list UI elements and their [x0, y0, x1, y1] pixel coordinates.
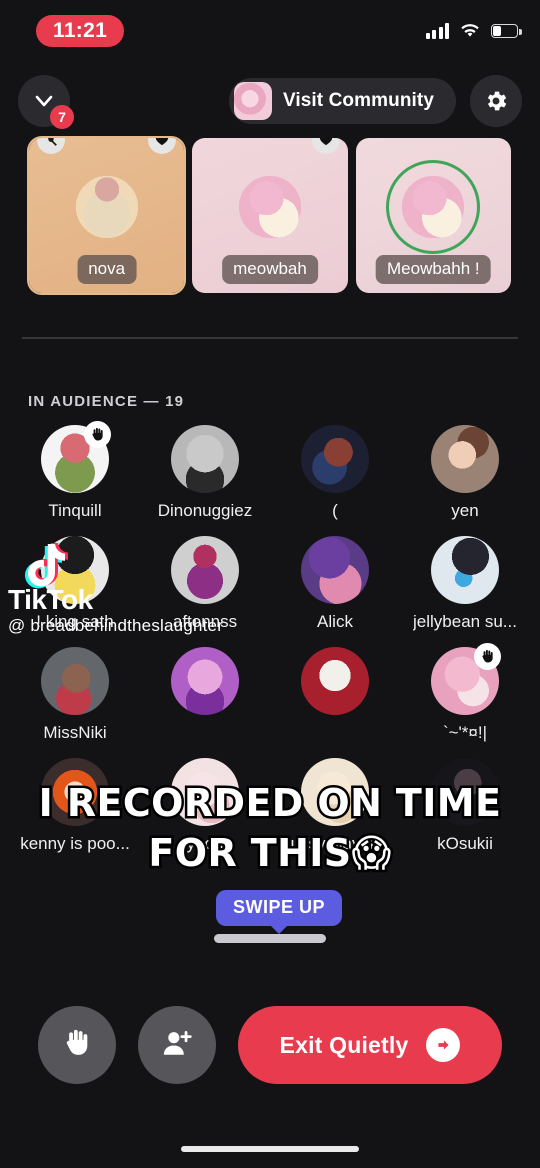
audience-member[interactable]: yoori — [140, 758, 270, 854]
wifi-icon — [460, 23, 480, 39]
muted-mic-icon — [37, 138, 65, 154]
audience-member[interactable]: Alick — [270, 536, 400, 632]
avatar — [301, 758, 369, 826]
audience-member-name: Alick — [317, 612, 353, 631]
battery-low-icon — [491, 24, 522, 38]
settings-button[interactable] — [470, 75, 522, 127]
notification-badge: 7 — [50, 105, 74, 129]
audience-member-name: MissNiki — [43, 723, 107, 742]
signal-bars-icon — [425, 23, 449, 39]
stage-card-list: nova meowbah Meowbahh ! — [0, 136, 540, 295]
audience-member[interactable] — [270, 647, 400, 743]
raise-hand-button[interactable] — [38, 1006, 116, 1084]
avatar — [41, 647, 109, 715]
avatar — [301, 536, 369, 604]
avatar — [171, 758, 239, 826]
stage-card[interactable]: nova — [26, 136, 187, 295]
audience-member-name: kOsukii — [437, 834, 493, 853]
audience-member-name: Tinquill — [48, 501, 102, 520]
community-avatar-icon — [233, 82, 272, 120]
exit-quietly-button[interactable]: Exit Quietly — [238, 1006, 502, 1084]
avatar — [431, 758, 499, 826]
raised-hand-icon — [474, 643, 501, 670]
header-bar: 7 Visit Community — [0, 70, 540, 132]
avatar — [171, 647, 239, 715]
audience-member-name: yoori — [186, 834, 224, 853]
audience-member[interactable]: yen — [400, 425, 530, 521]
audience-member[interactable]: jellybean su... — [400, 536, 530, 632]
avatar — [41, 536, 109, 604]
swipe-up-bar — [214, 934, 326, 943]
app-screen: 11:21 7 Visit Community nova meowbah Meo… — [0, 0, 540, 1168]
stage-card-name: Meowbahh ! — [376, 255, 491, 284]
audience-member[interactable]: MissNiki — [10, 647, 140, 743]
exit-arrow-icon — [426, 1028, 461, 1062]
audience-member[interactable]: pussy slayer... — [270, 758, 400, 854]
home-indicator — [181, 1146, 359, 1152]
avatar — [171, 425, 239, 493]
avatar — [431, 425, 499, 493]
status-time: 11:21 — [36, 15, 125, 47]
raised-hand-icon — [60, 1026, 94, 1065]
invite-button[interactable] — [138, 1006, 216, 1084]
audience-member[interactable]: Tinquill — [10, 421, 140, 521]
bottom-action-bar: Exit Quietly — [0, 968, 540, 1168]
audience-member-name: aftonnss — [172, 612, 238, 631]
stage-avatar — [62, 162, 151, 251]
audience-member[interactable]: ! king sath — [10, 536, 140, 632]
swipe-up-tooltip[interactable]: SWIPE UP — [216, 890, 343, 926]
audience-member[interactable]: ( — [270, 425, 400, 521]
stage-card-name: nova — [77, 255, 137, 284]
heart-icon — [311, 138, 340, 154]
gear-icon — [483, 88, 509, 114]
section-divider — [22, 337, 518, 339]
audience-member[interactable]: aftonnss — [140, 536, 270, 632]
stage-avatar — [225, 162, 314, 251]
audience-member[interactable]: Dinonuggiez — [140, 425, 270, 521]
visit-community-button[interactable]: Visit Community — [228, 78, 456, 124]
audience-member-name: Dinonuggiez — [157, 501, 253, 520]
audience-member-name: pussy slayer... — [281, 834, 389, 853]
audience-member-name: jellybean su... — [413, 612, 517, 631]
stage-card[interactable]: Meowbahh ! — [355, 138, 511, 293]
avatar — [171, 536, 239, 604]
avatar — [41, 758, 109, 826]
audience-member-name: yen — [451, 501, 479, 520]
avatar — [431, 643, 501, 715]
raised-hand-icon — [84, 421, 111, 448]
audience-member-name: kenny is poo... — [20, 834, 130, 853]
add-person-icon — [160, 1026, 194, 1065]
audience-member-name: ! king sath — [36, 612, 114, 631]
exit-quietly-label: Exit Quietly — [279, 1031, 409, 1058]
audience-grid: Tinquill Dinonuggiez ( yen ! king sath aftonn… — [0, 421, 540, 854]
audience-member-name: `~'*¤!| — [442, 723, 488, 742]
bottom-action-row: Exit Quietly — [0, 1006, 540, 1084]
audience-section-label: IN AUDIENCE — 19 — [28, 393, 185, 410]
status-bar: 11:21 — [0, 0, 540, 62]
status-indicators — [425, 23, 522, 39]
audience-member[interactable]: kOsukii — [400, 758, 530, 854]
audience-member[interactable]: `~'*¤!| — [400, 643, 530, 743]
stage-avatar-speaking — [389, 162, 478, 251]
avatar — [431, 536, 499, 604]
stage-card[interactable]: meowbah — [192, 138, 348, 293]
avatar — [301, 647, 369, 715]
audience-member[interactable] — [140, 647, 270, 743]
audience-member[interactable]: kenny is poo... — [10, 758, 140, 854]
visit-community-label: Visit Community — [282, 90, 434, 111]
avatar — [301, 425, 369, 493]
avatar — [41, 421, 111, 493]
collapse-button[interactable]: 7 — [18, 75, 74, 129]
heart-icon — [148, 138, 177, 154]
stage-card-name: meowbah — [222, 255, 318, 284]
audience-member-name: ( — [332, 501, 338, 520]
